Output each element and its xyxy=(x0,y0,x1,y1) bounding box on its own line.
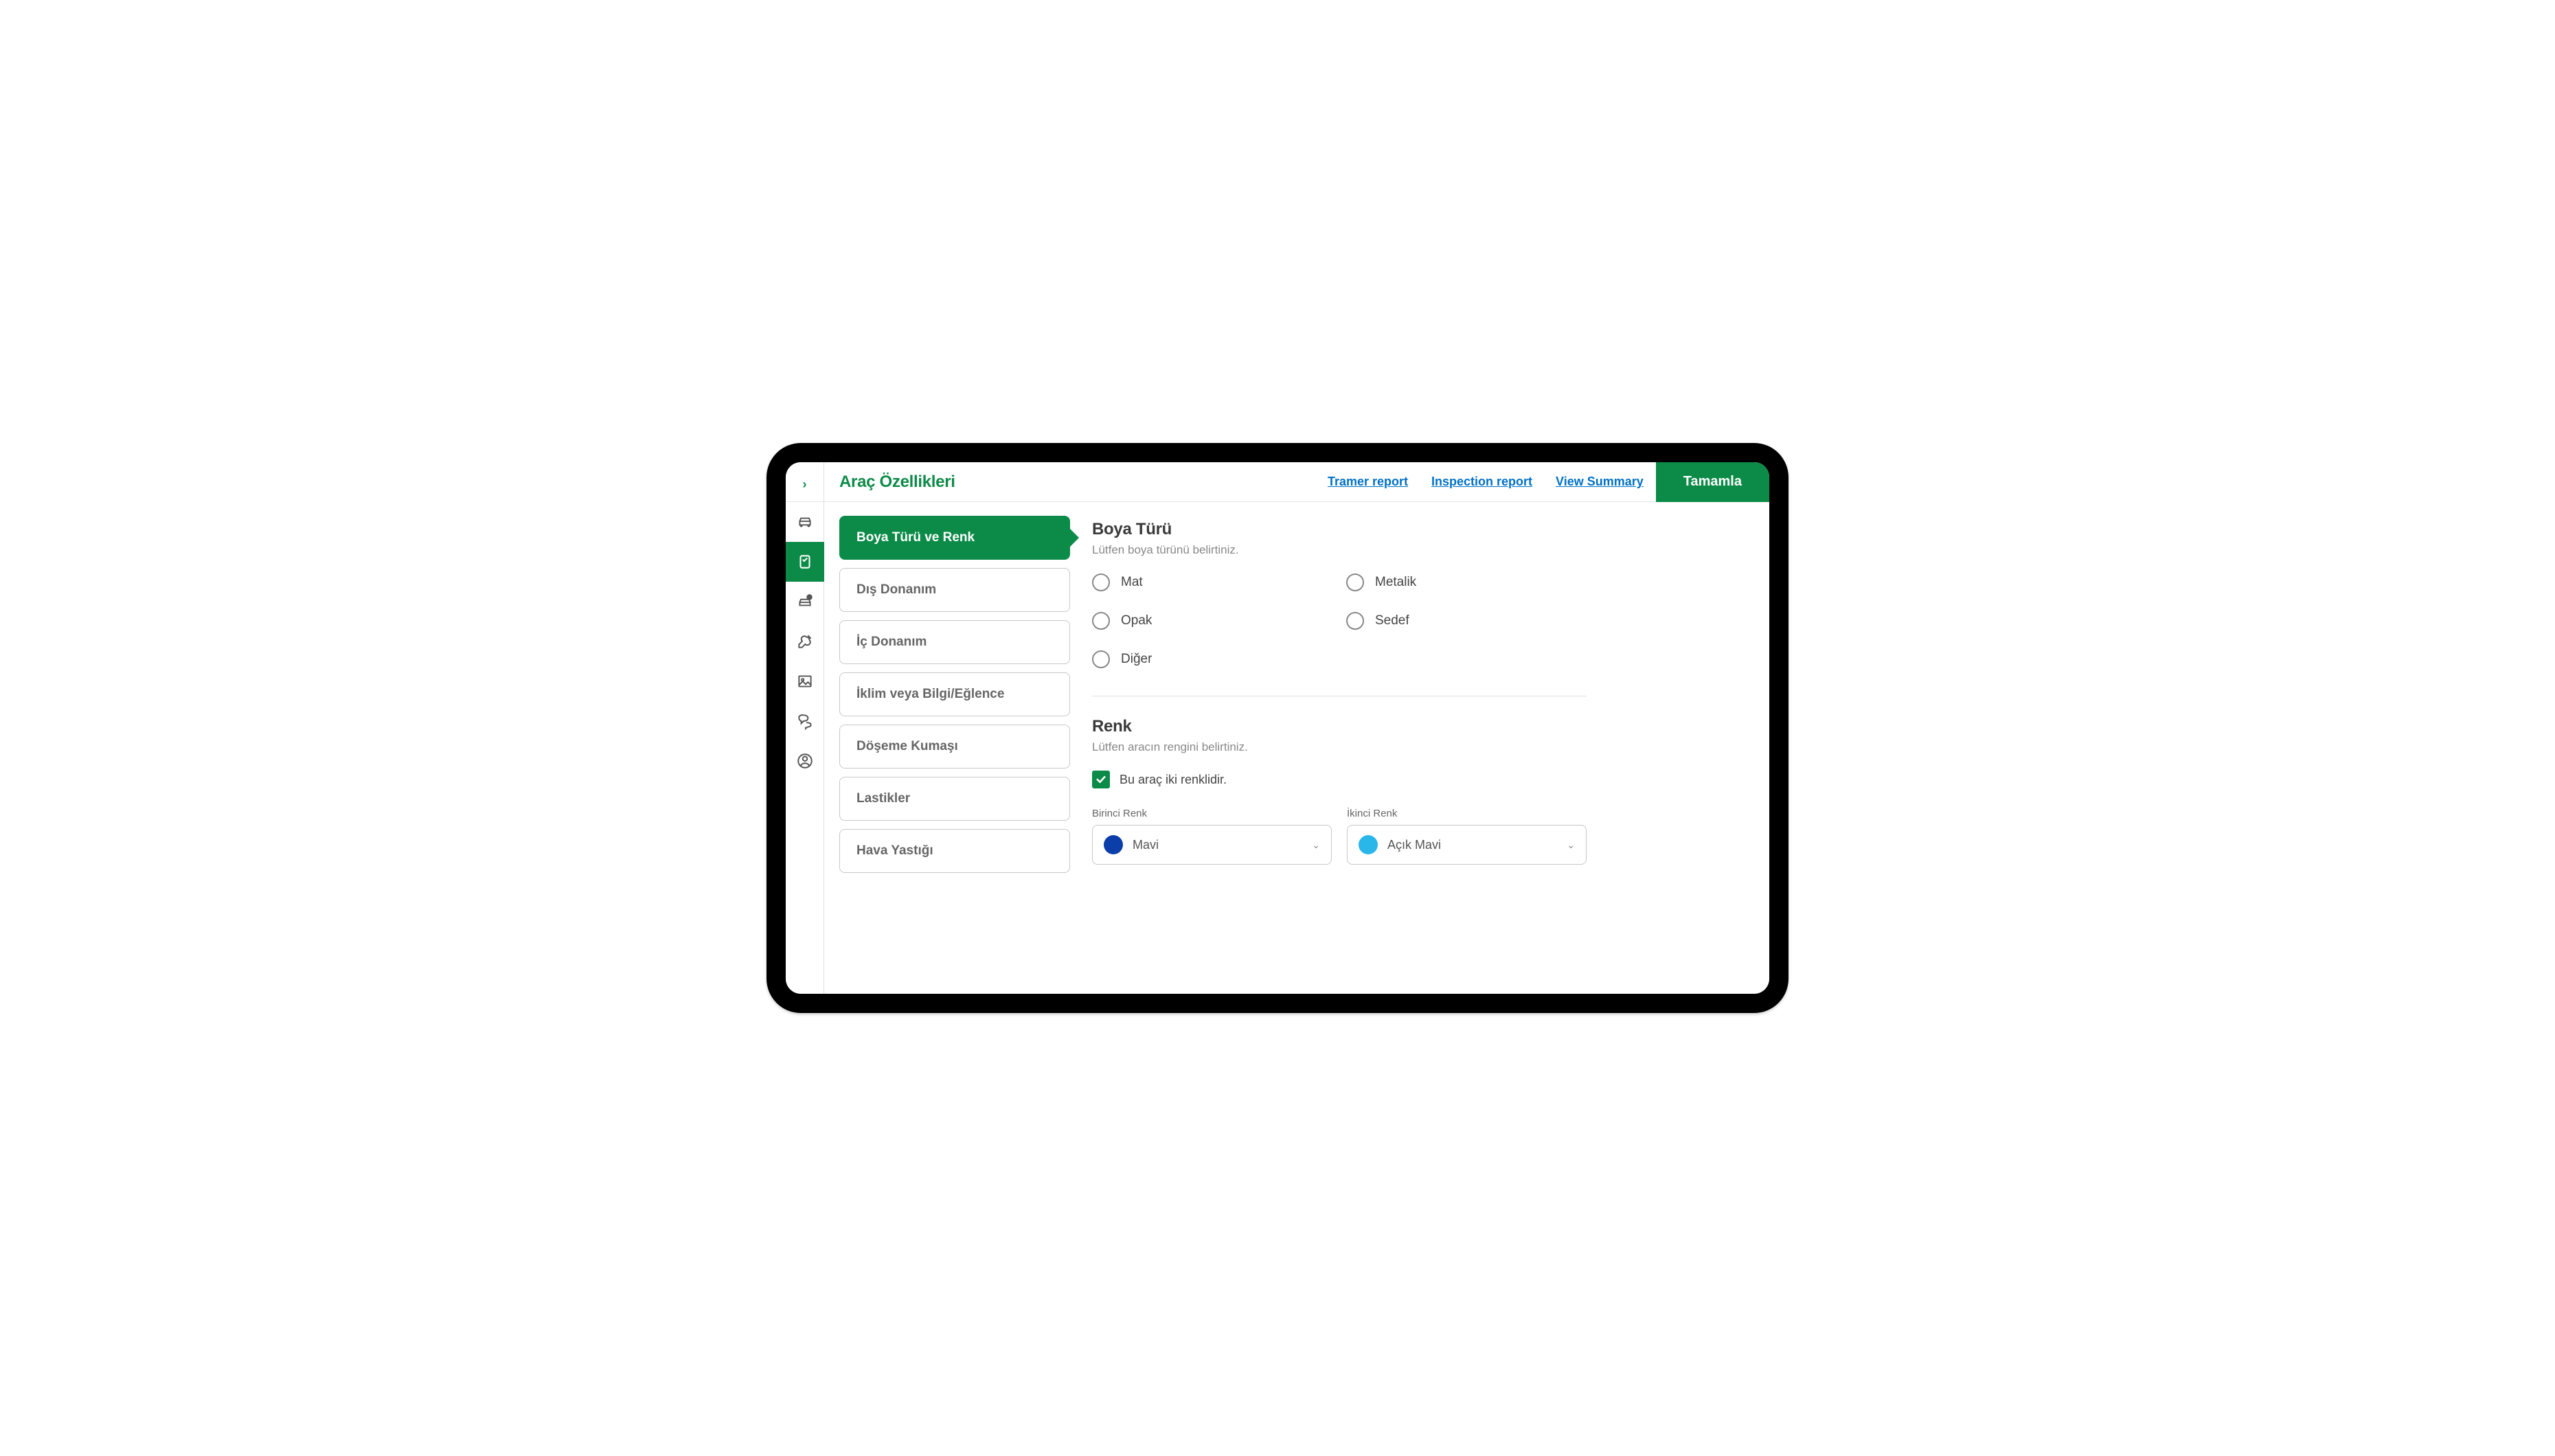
color-swatch-blue xyxy=(1104,835,1123,854)
image-icon xyxy=(796,672,814,690)
complete-button[interactable]: Tamamla xyxy=(1656,462,1769,502)
color-subtitle: Lütfen aracın rengini belirtiniz. xyxy=(1092,740,1754,754)
radio-diger[interactable]: Diğer xyxy=(1092,650,1332,668)
radio-icon xyxy=(1092,650,1110,668)
sidebar-item-chat[interactable] xyxy=(786,701,824,741)
chevron-down-icon: ⌄ xyxy=(1567,839,1575,851)
color-swatch-lightblue xyxy=(1359,835,1378,854)
wrench-icon xyxy=(796,633,814,650)
sidebar-item-photos[interactable] xyxy=(786,661,824,701)
radio-opak[interactable]: Opak xyxy=(1092,612,1332,630)
second-color-label: İkinci Renk xyxy=(1347,808,1587,819)
paint-type-subtitle: Lütfen boya türünü belirtiniz. xyxy=(1092,543,1754,557)
section-exterior[interactable]: Dış Donanım xyxy=(839,568,1070,612)
second-color-select[interactable]: Açık Mavi ⌄ xyxy=(1347,825,1587,865)
detail-panel: Boya Türü Lütfen boya türünü belirtiniz.… xyxy=(1089,516,1754,980)
first-color-label: Birinci Renk xyxy=(1092,808,1332,819)
two-color-checkbox-row[interactable]: Bu araç iki renklidir. xyxy=(1092,771,1754,788)
main-area: Araç Özellikleri Tramer report Inspectio… xyxy=(824,462,1769,994)
two-color-label: Bu araç iki renklidir. xyxy=(1120,773,1227,787)
color-title: Renk xyxy=(1092,717,1754,736)
car-icon xyxy=(796,513,814,531)
header: Araç Özellikleri Tramer report Inspectio… xyxy=(824,462,1769,502)
radio-icon xyxy=(1346,612,1364,630)
color-selects: Birinci Renk Mavi ⌄ İkinci Renk A xyxy=(1092,808,1587,865)
document-check-icon xyxy=(796,553,814,571)
section-paint[interactable]: Boya Türü ve Renk xyxy=(839,516,1070,560)
checkbox-checked-icon xyxy=(1092,771,1110,788)
section-interior[interactable]: İç Donanım xyxy=(839,620,1070,664)
radio-label: Mat xyxy=(1121,575,1143,590)
chevron-down-icon: ⌄ xyxy=(1312,839,1320,851)
radio-label: Opak xyxy=(1121,613,1152,628)
sidebar: › xyxy=(786,462,824,994)
sidebar-item-service[interactable] xyxy=(786,622,824,661)
section-tires[interactable]: Lastikler xyxy=(839,777,1070,821)
paint-type-title: Boya Türü xyxy=(1092,520,1754,539)
chat-icon xyxy=(796,712,814,730)
radio-label: Metalik xyxy=(1375,575,1416,590)
first-color-value: Mavi xyxy=(1133,838,1302,852)
radio-icon xyxy=(1092,573,1110,591)
section-airbag[interactable]: Hava Yastığı xyxy=(839,829,1070,873)
radio-metalik[interactable]: Metalik xyxy=(1346,573,1587,591)
tablet-frame: › xyxy=(766,443,1788,1013)
content: Boya Türü ve Renk Dış Donanım İç Donanım… xyxy=(824,502,1769,994)
section-climate[interactable]: İklim veya Bilgi/Eğlence xyxy=(839,672,1070,716)
radio-label: Sedef xyxy=(1375,613,1409,628)
first-color-select[interactable]: Mavi ⌄ xyxy=(1092,825,1332,865)
first-color-field: Birinci Renk Mavi ⌄ xyxy=(1092,808,1332,865)
user-icon xyxy=(796,752,814,770)
radio-label: Diğer xyxy=(1121,652,1152,667)
sidebar-item-vehicle[interactable] xyxy=(786,502,824,542)
sidebar-expand-toggle[interactable]: › xyxy=(786,468,824,502)
radio-icon xyxy=(1346,573,1364,591)
radio-sedef[interactable]: Sedef xyxy=(1346,612,1587,630)
second-color-value: Açık Mavi xyxy=(1387,838,1557,852)
sidebar-item-features[interactable] xyxy=(786,542,824,582)
radio-icon xyxy=(1092,612,1110,630)
radio-mat[interactable]: Mat xyxy=(1092,573,1332,591)
sidebar-item-condition[interactable] xyxy=(786,582,824,622)
page-title: Araç Özellikleri xyxy=(839,473,1328,492)
section-list: Boya Türü ve Renk Dış Donanım İç Donanım… xyxy=(839,516,1070,980)
car-alert-icon xyxy=(796,593,814,611)
view-summary-link[interactable]: View Summary xyxy=(1556,475,1644,489)
paint-type-options: Mat Metalik Opak Sedef xyxy=(1092,573,1587,668)
second-color-field: İkinci Renk Açık Mavi ⌄ xyxy=(1347,808,1587,865)
inspection-report-link[interactable]: Inspection report xyxy=(1431,475,1532,489)
section-upholstery[interactable]: Döşeme Kumaşı xyxy=(839,725,1070,769)
sidebar-item-profile[interactable] xyxy=(786,741,824,781)
tramer-report-link[interactable]: Tramer report xyxy=(1328,475,1408,489)
header-links: Tramer report Inspection report View Sum… xyxy=(1328,475,1644,489)
chevron-right-icon: › xyxy=(803,477,807,492)
app-screen: › xyxy=(786,462,1769,994)
